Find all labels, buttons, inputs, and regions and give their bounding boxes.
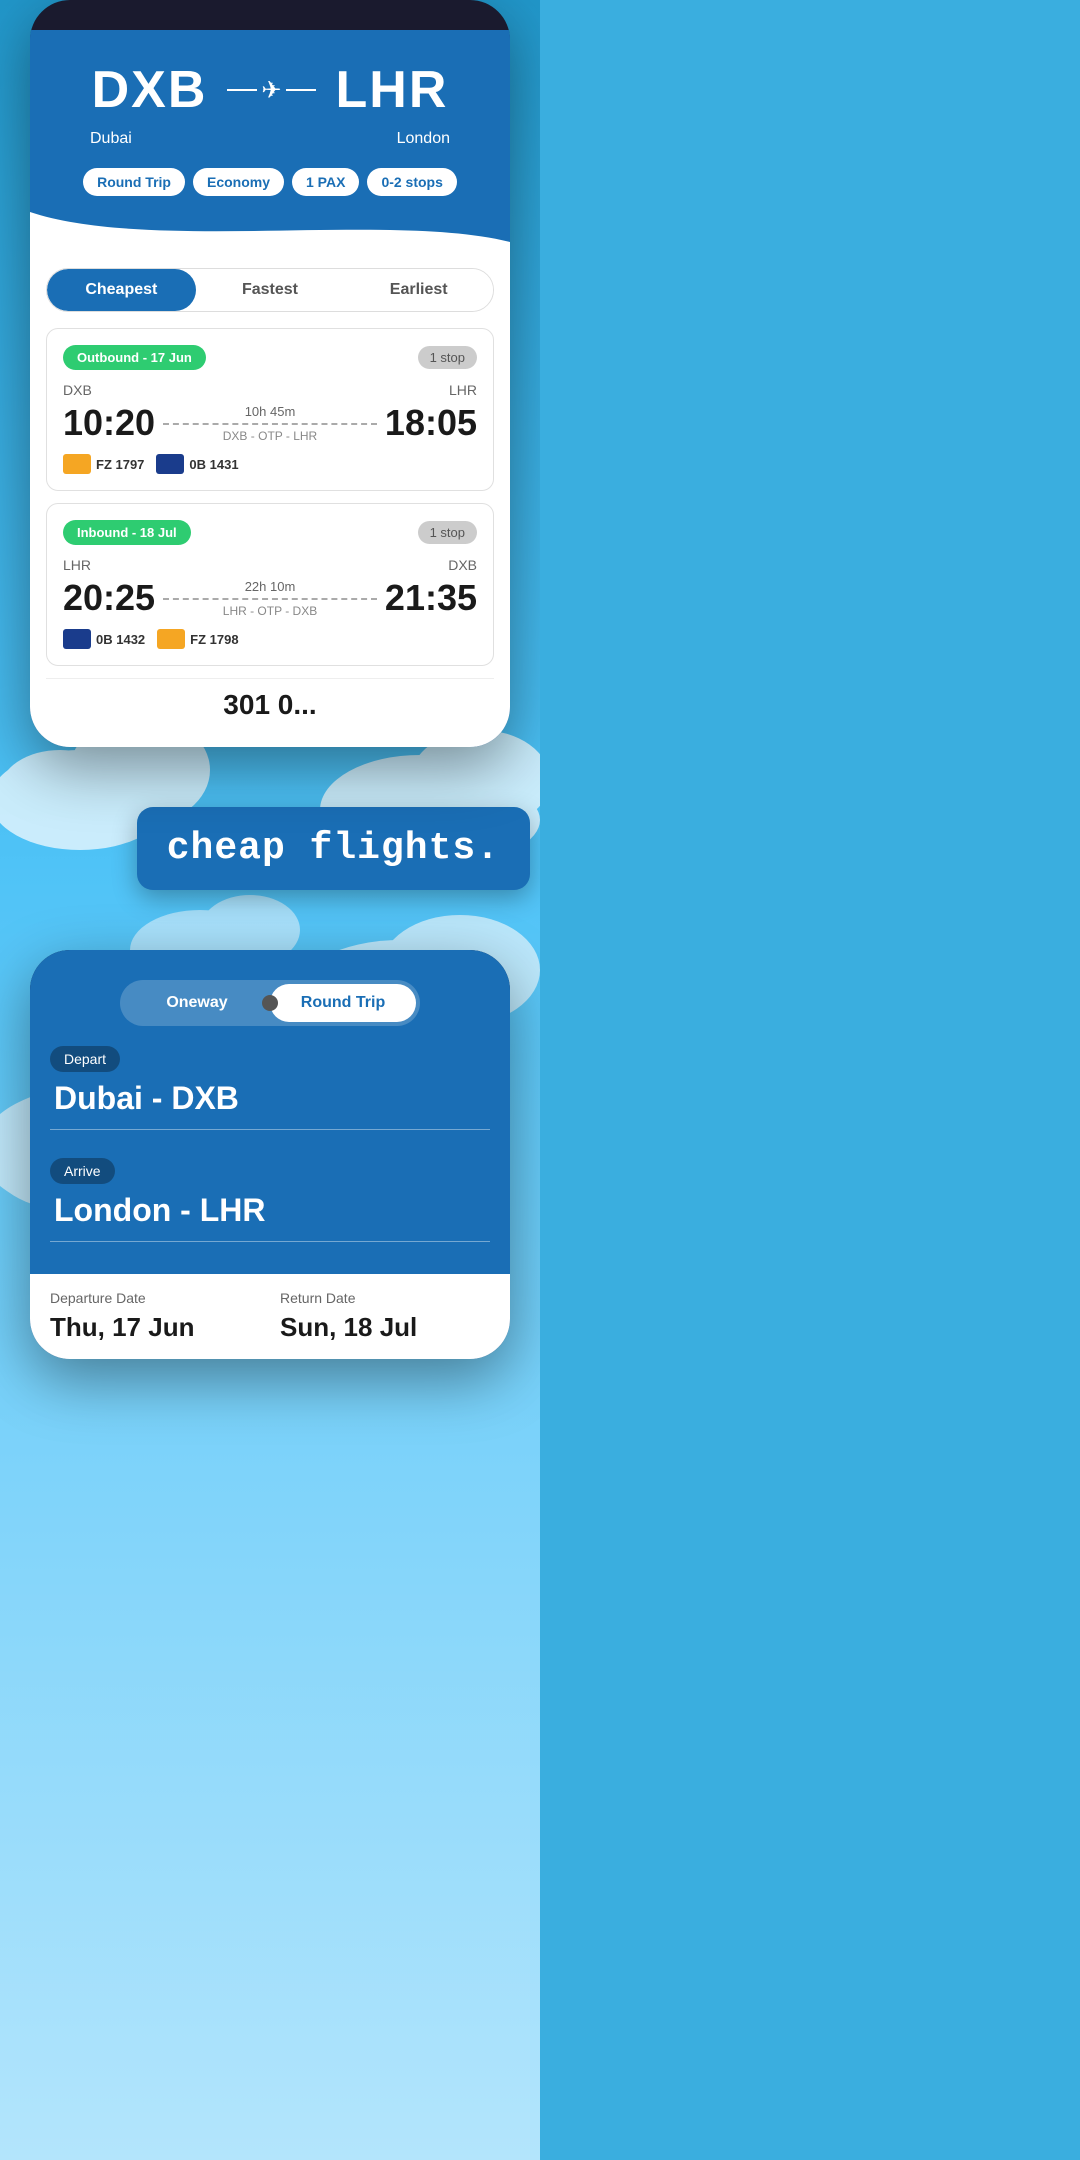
inbound-flight-card: Inbound - 18 Jul 1 stop LHR DXB 20:25 22… <box>46 503 494 666</box>
cheap-flights-banner: cheap flights. <box>137 807 530 890</box>
dubai-airline-logo-1 <box>63 454 91 474</box>
outbound-route-info: 10h 45m DXB - OTP - LHR <box>155 404 385 443</box>
pax-tag[interactable]: 1 PAX <box>292 168 359 196</box>
cabin-tag[interactable]: Economy <box>193 168 284 196</box>
dates-section: Departure Date Thu, 17 Jun Return Date S… <box>30 1274 510 1359</box>
inbound-depart-time: 20:25 <box>63 577 155 619</box>
return-date-item[interactable]: Return Date Sun, 18 Jul <box>280 1290 490 1343</box>
cheap-flights-text: cheap flights. <box>167 827 500 870</box>
arrive-divider <box>50 1241 490 1242</box>
departure-date-item[interactable]: Departure Date Thu, 17 Jun <box>50 1290 260 1343</box>
tab-fastest[interactable]: Fastest <box>196 269 345 311</box>
outbound-airlines: FZ 1797 0B 1431 <box>63 454 477 474</box>
depart-label: Depart <box>50 1046 120 1072</box>
outbound-arrive-time: 18:05 <box>385 402 477 444</box>
outbound-depart-time: 10:20 <box>63 402 155 444</box>
to-code: LHR <box>336 60 449 120</box>
toggle-indicator <box>262 995 278 1011</box>
inbound-arrive-time: 21:35 <box>385 577 477 619</box>
tab-cheapest[interactable]: Cheapest <box>47 269 196 311</box>
inbound-to-airport: DXB <box>448 557 477 573</box>
return-date-label: Return Date <box>280 1290 490 1306</box>
blue-airline-logo-1 <box>156 454 184 474</box>
outbound-airline-2: 0B 1431 <box>189 457 238 472</box>
oneway-toggle[interactable]: Oneway <box>124 984 270 1022</box>
stops-tag[interactable]: 0-2 stops <box>367 168 456 196</box>
from-city-name: Dubai <box>50 130 270 148</box>
outbound-airline-1: FZ 1797 <box>96 457 144 472</box>
outbound-to-airport: LHR <box>449 382 477 398</box>
outbound-flight-card: Outbound - 17 Jun 1 stop DXB LHR 10:20 1… <box>46 328 494 491</box>
tab-earliest[interactable]: Earliest <box>344 269 493 311</box>
outbound-stops: 1 stop <box>418 346 477 369</box>
round-trip-toggle[interactable]: Round Trip <box>270 984 416 1022</box>
inbound-from-airport: LHR <box>63 557 91 573</box>
dubai-airline-logo-2 <box>157 629 185 649</box>
arrive-label: Arrive <box>50 1158 115 1184</box>
inbound-route-info: 22h 10m LHR - OTP - DXB <box>155 579 385 618</box>
blue-airline-logo-2 <box>63 629 91 649</box>
trip-type-toggle[interactable]: Oneway Round Trip <box>120 980 420 1026</box>
inbound-airlines: 0B 1432 FZ 1798 <box>63 629 477 649</box>
outbound-from-airport: DXB <box>63 382 92 398</box>
inbound-stops: 1 stop <box>418 521 477 544</box>
inbound-airline-2: FZ 1798 <box>190 632 238 647</box>
arrive-city[interactable]: London - LHR <box>50 1192 490 1229</box>
depart-city[interactable]: Dubai - DXB <box>50 1080 490 1117</box>
departure-date-value: Thu, 17 Jun <box>50 1312 260 1343</box>
flight-direction-arrow: ✈ <box>227 76 315 105</box>
outbound-badge: Outbound - 17 Jun <box>63 345 206 370</box>
price-preview: 301 0... <box>46 678 494 731</box>
to-city-name: London <box>270 130 490 148</box>
depart-divider <box>50 1129 490 1130</box>
departure-date-label: Departure Date <box>50 1290 260 1306</box>
sort-tabs: Cheapest Fastest Earliest <box>46 268 494 312</box>
trip-type-tag[interactable]: Round Trip <box>83 168 185 196</box>
return-date-value: Sun, 18 Jul <box>280 1312 490 1343</box>
from-code: DXB <box>92 60 208 120</box>
inbound-badge: Inbound - 18 Jul <box>63 520 191 545</box>
inbound-airline-1: 0B 1432 <box>96 632 145 647</box>
